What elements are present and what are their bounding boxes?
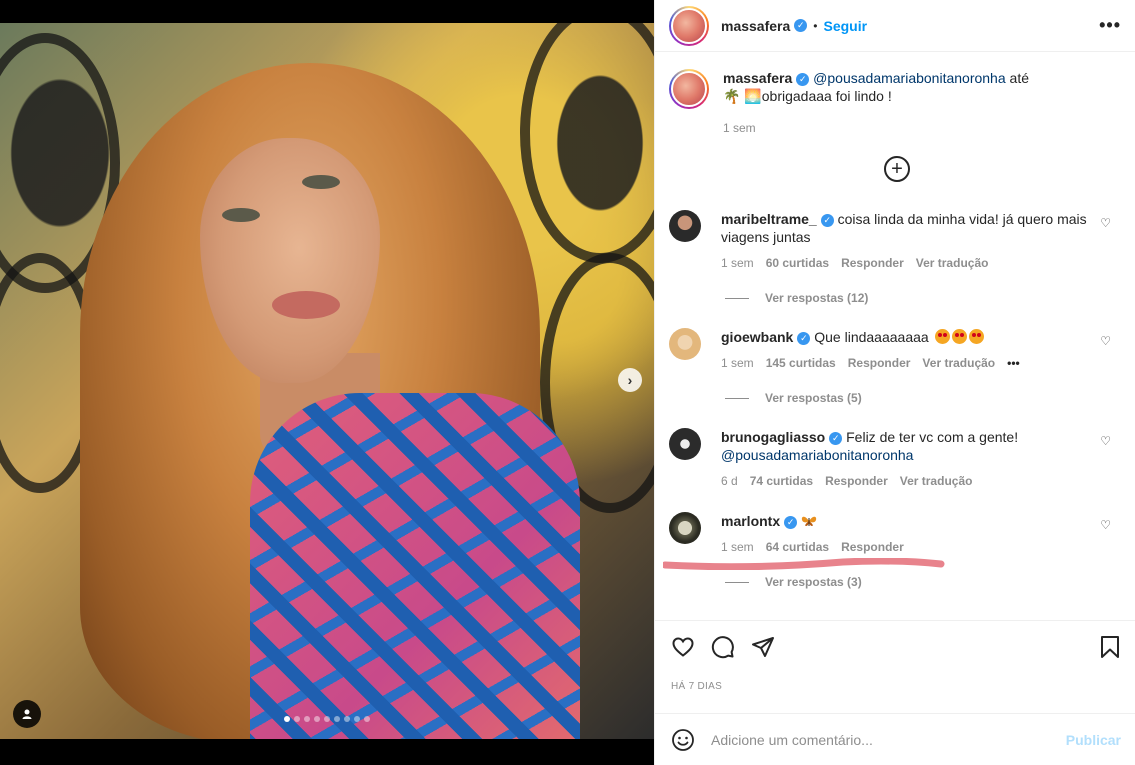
carousel-dot: [294, 716, 300, 722]
heart-eyes-emoji-icon: [934, 329, 950, 344]
comment-username[interactable]: marlontx: [721, 513, 780, 529]
carousel-dot: [344, 716, 350, 722]
reply-button[interactable]: Responder: [841, 254, 904, 272]
post-caption: massafera ✓ @pousadamariabonitanoronha at…: [655, 53, 1135, 137]
author-username[interactable]: massafera: [721, 18, 790, 34]
tag-user-icon[interactable]: [13, 700, 41, 728]
avatar[interactable]: [669, 69, 709, 109]
post-header: massafera ✓ • Seguir •••: [655, 0, 1135, 52]
caption-username[interactable]: massafera: [723, 70, 792, 86]
avatar[interactable]: [669, 5, 709, 46]
chair-decor: [520, 23, 654, 263]
carousel-dot: [314, 716, 320, 722]
carousel-dot: [304, 716, 310, 722]
comment-item: gioewbank ✓ Que lindaaaaaaaa 1 sem 145 cu…: [669, 328, 1129, 372]
butterfly-emoji-icon: [801, 516, 817, 526]
carousel-dot: [364, 716, 370, 722]
caption-time[interactable]: 1 sem: [723, 119, 1043, 137]
reply-button[interactable]: Responder: [848, 354, 911, 372]
comment-likes[interactable]: 64 curtidas: [766, 538, 829, 556]
comment-icon[interactable]: [711, 635, 735, 659]
verified-icon: ✓: [796, 72, 810, 86]
verified-icon: ✓: [797, 331, 811, 345]
comments-list[interactable]: massafera ✓ @pousadamariabonitanoronha at…: [655, 53, 1135, 620]
carousel-dot: [354, 716, 360, 722]
verified-icon: ✓: [784, 515, 798, 529]
translate-button[interactable]: Ver tradução: [922, 354, 995, 372]
post-date[interactable]: HÁ 7 DIAS: [655, 659, 1135, 692]
translate-button[interactable]: Ver tradução: [916, 254, 989, 272]
comment-text: Feliz de ter vc com a gente!: [846, 429, 1019, 445]
view-replies[interactable]: Ver respostas (12): [725, 291, 868, 305]
heart-eyes-emoji-icon: [951, 329, 967, 344]
post-media: ›: [0, 0, 654, 765]
heart-icon[interactable]: ♡: [1100, 518, 1111, 532]
post-panel: massafera ✓ • Seguir ••• massafera ✓ @pou…: [654, 0, 1135, 765]
comment-item: marlontx ✓ 1 sem 64 curtidas Responder ♡: [669, 512, 1129, 556]
follow-button[interactable]: Seguir: [823, 18, 867, 34]
verified-icon: ✓: [794, 19, 808, 32]
view-replies[interactable]: Ver respostas (3): [725, 575, 862, 589]
comment-input[interactable]: [711, 731, 1066, 748]
emoji-icon[interactable]: [671, 728, 695, 752]
comment-time[interactable]: 1 sem: [721, 254, 754, 272]
avatar[interactable]: [669, 210, 701, 242]
carousel-dot: [334, 716, 340, 722]
view-replies-label: Ver respostas (3): [765, 575, 862, 589]
verified-icon: ✓: [829, 431, 843, 445]
comment-username[interactable]: gioewbank: [721, 329, 793, 345]
comment-mention[interactable]: @pousadamariabonitanoronha: [721, 447, 913, 463]
translate-button[interactable]: Ver tradução: [900, 472, 973, 490]
heart-icon[interactable]: ♡: [1100, 216, 1111, 230]
share-icon[interactable]: [751, 635, 775, 659]
photo-eye: [222, 208, 260, 222]
add-comment-bar: Publicar: [655, 713, 1135, 765]
heart-eyes-emoji-icon: [968, 329, 984, 344]
comment-username[interactable]: maribeltrame_: [721, 211, 817, 227]
verified-icon: ✓: [820, 213, 834, 227]
heart-icon[interactable]: [671, 635, 695, 659]
plus-circle-icon[interactable]: +: [884, 156, 910, 182]
view-replies-label: Ver respostas (12): [765, 291, 869, 305]
post-photo[interactable]: [0, 23, 654, 739]
avatar[interactable]: [669, 328, 701, 360]
comment-time[interactable]: 1 sem: [721, 354, 754, 372]
more-options-icon[interactable]: •••: [1099, 15, 1121, 36]
avatar[interactable]: [669, 512, 701, 544]
carousel-dot: [284, 716, 290, 722]
bookmark-icon[interactable]: [1099, 635, 1121, 659]
comment-time[interactable]: 6 d: [721, 472, 738, 490]
caption-mention[interactable]: @pousadamariabonitanoronha: [813, 70, 1005, 86]
publish-button[interactable]: Publicar: [1066, 732, 1121, 748]
view-replies-label: Ver respostas (5): [765, 391, 862, 405]
separator: •: [813, 18, 818, 33]
comment-item: maribeltrame_ ✓ coisa linda da minha vida…: [669, 210, 1129, 272]
comment-likes[interactable]: 74 curtidas: [750, 472, 813, 490]
comment-more-icon[interactable]: •••: [1007, 354, 1020, 372]
carousel-dot: [324, 716, 330, 722]
view-replies[interactable]: Ver respostas (5): [725, 391, 862, 405]
reply-button[interactable]: Responder: [841, 538, 904, 556]
photo-eye: [302, 175, 340, 189]
photo-lips: [272, 291, 340, 319]
heart-icon[interactable]: ♡: [1100, 434, 1111, 448]
comment-item: brunogagliasso ✓ Feliz de ter vc com a ge…: [669, 428, 1129, 490]
comment-text: Que lindaaaaaaaa: [814, 329, 929, 345]
highlight-scribble: [663, 558, 945, 570]
photo-shirt: [250, 393, 580, 739]
reply-button[interactable]: Responder: [825, 472, 888, 490]
comment-likes[interactable]: 145 curtidas: [766, 354, 836, 372]
post-actions: HÁ 7 DIAS: [655, 620, 1135, 712]
heart-icon[interactable]: ♡: [1100, 334, 1111, 348]
avatar[interactable]: [669, 428, 701, 460]
comment-likes[interactable]: 60 curtidas: [766, 254, 829, 272]
comment-username[interactable]: brunogagliasso: [721, 429, 825, 445]
comment-time[interactable]: 1 sem: [721, 538, 754, 556]
chevron-right-icon[interactable]: ›: [618, 368, 642, 392]
carousel-dots: [284, 716, 370, 722]
